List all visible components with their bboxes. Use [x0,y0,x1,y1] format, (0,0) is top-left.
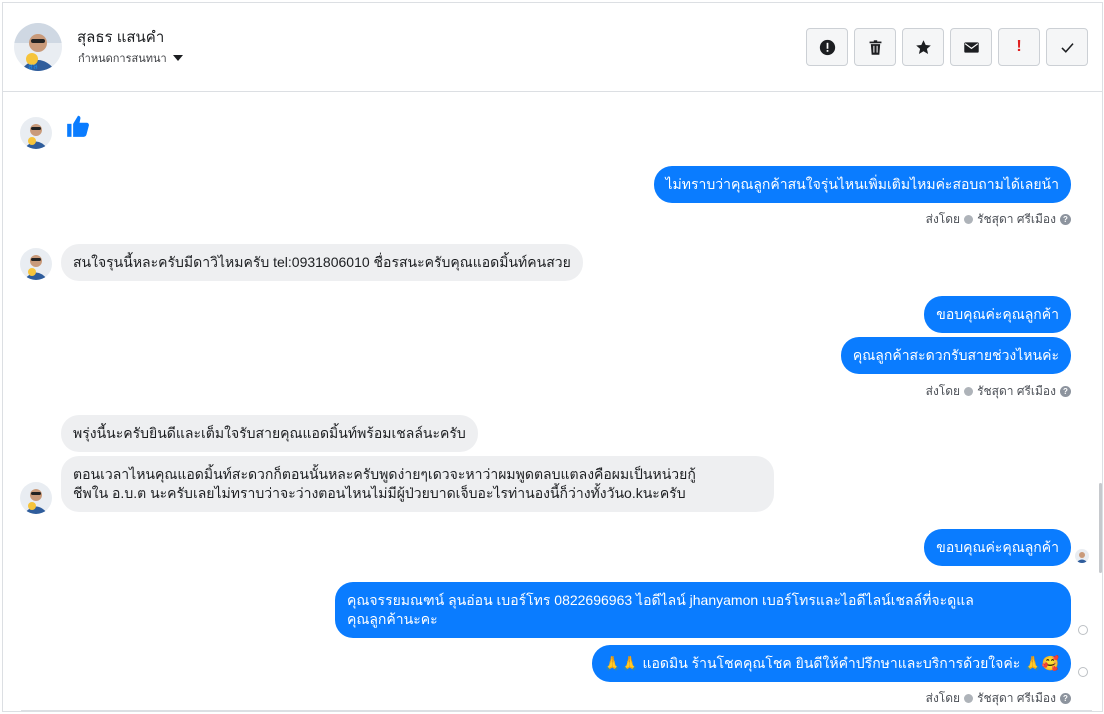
outgoing-message[interactable]: คุณจรรยมณฑน์ ลุนอ่อน เบอร์โทร 0822696963… [335,582,1071,638]
star-icon [915,39,931,54]
exclamation-icon: ! [1016,38,1022,55]
contact-avatar-small [20,117,52,149]
sent-by-label: ส่งโดย [925,384,961,398]
delivered-icon [1078,625,1088,635]
message-text: สนใจรุนนี้หละครับมีดาวิไหมครับ tel:09318… [73,254,571,270]
heart-face-emoji-icon: 🙏🥰 [1024,655,1059,671]
sent-by-meta: ส่งโดย รัชสุดา ศรีเมือง ? [926,689,1071,708]
agent-name[interactable]: รัชสุดา ศรีเมือง [977,689,1056,708]
help-icon[interactable]: ? [1060,386,1071,397]
outgoing-message[interactable]: ไม่ทราบว่าคุณลูกค้าสนใจรุ่นไหนเพิ่มเติมไ… [653,166,1071,203]
alert-circle-icon [819,39,835,55]
pray-emoji-icon: 🙏🙏 [603,655,639,671]
message-text-line: คุณลูกค้านะคะ [347,611,438,627]
sent-by-label: ส่งโดย [925,691,961,705]
agent-name[interactable]: รัชสุดา ศรีเมือง [977,210,1056,229]
message-text-line: ตอนเวลาไหนคุณแอดมิ้นท์สะดวกก็ตอนนั้นหละค… [73,466,696,482]
contact-avatar[interactable]: สุล [14,23,62,71]
assign-conversation-dropdown[interactable]: กำหนดการสนทนา [78,49,183,67]
delete-button[interactable] [854,28,896,66]
caret-down-icon [172,55,183,61]
incoming-message[interactable]: พรุ่งนี้นะครับยินดีและเต็มใจรับสายคุณแอด… [61,415,478,452]
thumbs-up-icon [67,115,89,137]
follow-up-button[interactable]: ! [998,28,1040,66]
message-text: พรุ่งนี้นะครับยินดีและเต็มใจรับสายคุณแอด… [73,425,466,441]
outgoing-message[interactable]: ขอบคุณค่ะคุณลูกค้า [924,529,1071,566]
mark-done-button[interactable] [1046,28,1088,66]
incoming-message[interactable]: สนใจรุนนี้หละครับมีดาวิไหมครับ tel:09318… [61,244,583,281]
contact-name: สุลธร แสนคำ [77,29,165,46]
divider [21,710,1092,711]
sent-by-label: ส่งโดย [925,212,961,226]
help-icon[interactable]: ? [1060,693,1071,704]
agent-name[interactable]: รัชสุดา ศรีเมือง [977,382,1056,401]
message-text-line: คุณจรรยมณฑน์ ลุนอ่อน เบอร์โทร 0822696963… [347,592,974,608]
message-text: ขอบคุณค่ะคุณลูกค้า [936,539,1059,555]
agent-icon [964,694,974,703]
agent-icon [964,215,974,224]
outgoing-message[interactable]: 🙏🙏 แอดมิน ร้านโชคคุณโชค ยินดีให้คำปรึกษา… [591,645,1071,682]
mark-unread-button[interactable] [950,28,992,66]
message-text: แอดมิน ร้านโชคคุณโชค ยินดีให้คำปรึกษาและ… [642,655,1021,671]
check-icon [1060,42,1074,53]
message-text: คุณลูกค้าสะดวกรับสายช่วงไหนค่ะ [852,347,1059,363]
message-text: ไม่ทราบว่าคุณลูกค้าสนใจรุ่นไหนเพิ่มเติมไ… [665,176,1059,192]
contact-avatar-small [20,248,52,280]
incoming-message[interactable]: ตอนเวลาไหนคุณแอดมิ้นท์สะดวกก็ตอนนั้นหละค… [61,456,774,512]
seen-avatar [1075,549,1089,563]
header-toolbar: ! [806,28,1088,66]
svg-text:สุล: สุล [28,62,38,71]
sent-by-meta: ส่งโดย รัชสุดา ศรีเมือง ? [926,382,1071,401]
conversation-header: สุล สุลธร แสนคำ กำหนดการสนทนา ! [3,3,1102,92]
mark-spam-button[interactable] [806,28,848,66]
message-text: ขอบคุณค่ะคุณลูกค้า [936,306,1059,322]
agent-icon [964,387,974,396]
sent-by-meta: ส่งโดย รัชสุดา ศรีเมือง ? [926,210,1071,229]
message-text-line: ชีพใน อ.บ.ต นะครับเลยไม่ทราบว่าจะว่างตอน… [73,485,686,501]
outgoing-message[interactable]: คุณลูกค้าสะดวกรับสายช่วงไหนค่ะ [840,337,1071,374]
conversation-panel: สุล สุลธร แสนคำ กำหนดการสนทนา ! ไม่ทราบว… [2,2,1103,712]
envelope-icon [963,41,979,53]
scrollbar[interactable] [1099,483,1102,573]
message-thread: ไม่ทราบว่าคุณลูกค้าสนใจรุ่นไหนเพิ่มเติมไ… [3,93,1102,713]
trash-icon [869,39,881,55]
delivered-icon [1078,667,1088,677]
assign-conversation-label: กำหนดการสนทนา [78,53,167,65]
star-button[interactable] [902,28,944,66]
help-icon[interactable]: ? [1060,214,1071,225]
outgoing-message[interactable]: ขอบคุณค่ะคุณลูกค้า [924,296,1071,333]
contact-avatar-small [20,482,52,514]
